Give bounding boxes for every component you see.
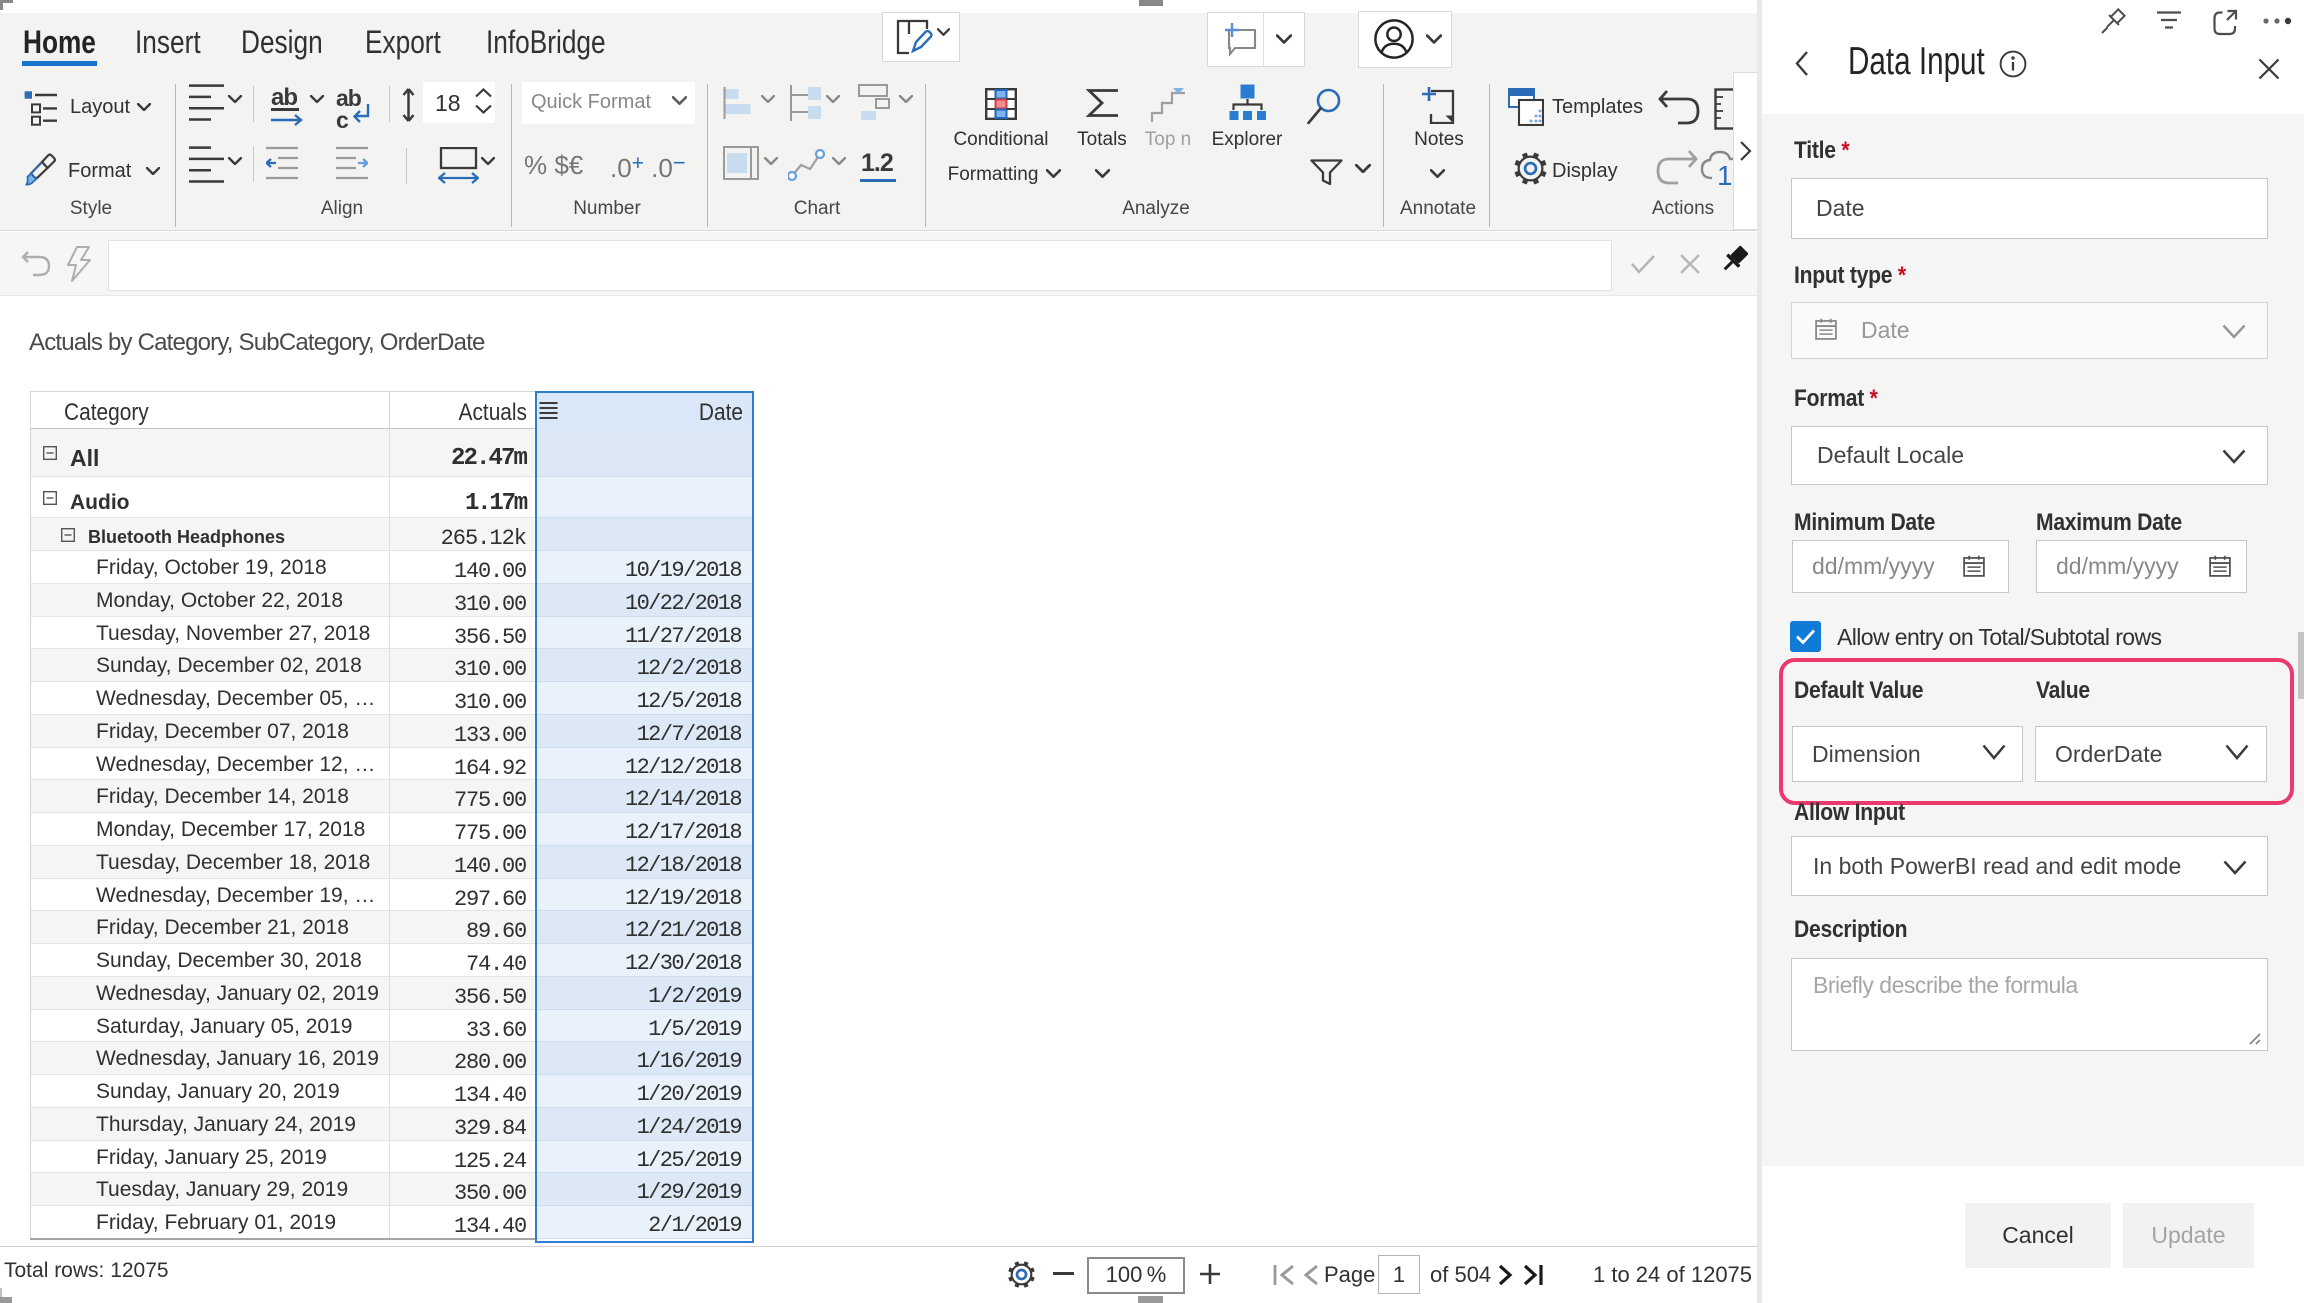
svg-text:1: 1 bbox=[1717, 160, 1733, 188]
